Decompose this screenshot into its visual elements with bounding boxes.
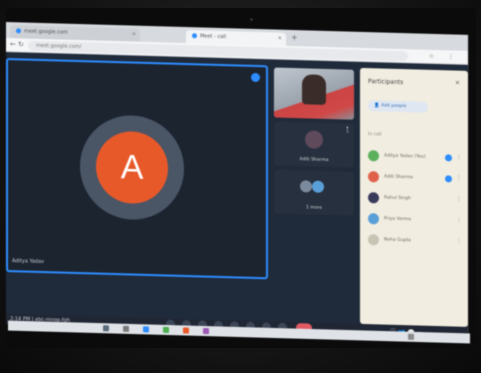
- person-silhouette: [302, 74, 326, 105]
- search-icon[interactable]: [123, 325, 129, 332]
- reload-button[interactable]: ↻: [18, 40, 24, 48]
- participant-name: Priya Verma: [384, 216, 411, 223]
- participant-name: Rahul Singh: [384, 195, 411, 202]
- avatar-group: [300, 180, 328, 193]
- participant-row[interactable]: Neha Gupta ⋮: [368, 232, 464, 251]
- avatar: [368, 150, 379, 162]
- participant-name: 1 more: [306, 205, 322, 211]
- new-tab-button[interactable]: +: [291, 33, 298, 42]
- panel-title: Participants: [368, 78, 404, 87]
- video-tile[interactable]: [274, 67, 354, 120]
- tab-label: meet.google.com: [24, 28, 68, 36]
- participant-name: Aditya Yadav (You): [384, 153, 426, 160]
- tab-close-icon[interactable]: ✕: [278, 36, 282, 42]
- participant-row[interactable]: Priya Verma ⋮: [368, 211, 464, 230]
- more-options-icon[interactable]: ⋮: [456, 238, 462, 245]
- add-people-button[interactable]: 👤 Add people: [368, 100, 428, 113]
- participant-name: Aditi Sharma: [299, 157, 329, 164]
- participant-tile[interactable]: 1 more: [274, 169, 354, 216]
- close-icon[interactable]: ✕: [455, 80, 460, 87]
- back-button[interactable]: ←: [10, 40, 16, 48]
- pin-icon[interactable]: [251, 72, 260, 83]
- tab-close-icon[interactable]: ✕: [132, 32, 136, 38]
- section-label: In call: [368, 132, 382, 138]
- app-icon[interactable]: [183, 327, 189, 334]
- start-icon[interactable]: [103, 325, 109, 332]
- more-options-icon[interactable]: ⋮: [456, 196, 462, 203]
- app-icon[interactable]: [163, 326, 169, 334]
- tab-label: Meet - call: [200, 33, 227, 41]
- participant-name: Aditya Yadav: [12, 258, 45, 266]
- participant-row[interactable]: Aditi Sharma ⋮: [368, 169, 464, 188]
- avatar: A: [96, 130, 168, 205]
- main-participant-tile[interactable]: A Aditya Yadav: [6, 58, 268, 280]
- webcam-dot: [250, 18, 253, 21]
- meet-call-area: A Aditya Yadav Aditi Sharma 1 more Parti…: [6, 52, 468, 327]
- avatar: [368, 213, 379, 225]
- participant-row[interactable]: Rahul Singh ⋮: [368, 190, 464, 209]
- avatar: [368, 171, 379, 183]
- tab-favicon-icon: [192, 33, 197, 39]
- participant-tile[interactable]: Aditi Sharma: [274, 121, 354, 168]
- more-options-icon[interactable]: [347, 126, 350, 133]
- participant-name: Neha Gupta: [384, 237, 411, 244]
- avatar: [368, 192, 379, 204]
- more-options-icon[interactable]: ⋮: [456, 175, 462, 182]
- mic-icon: [445, 175, 452, 183]
- participant-name: Aditi Sharma: [384, 174, 413, 181]
- screen: meet.google.com ✕ Meet - call ✕ + ← ↻ me…: [6, 22, 468, 337]
- browser-icon[interactable]: [143, 326, 149, 333]
- participant-row[interactable]: Aditya Yadav (You) ⋮: [368, 148, 464, 167]
- system-tray-icon[interactable]: [408, 333, 414, 340]
- add-people-label: Add people: [381, 103, 407, 110]
- toolbar-icons[interactable]: ☆ ⋮: [429, 53, 460, 61]
- avatar: [305, 130, 323, 149]
- app-icon[interactable]: [203, 327, 209, 335]
- tab-favicon-icon: [16, 28, 21, 34]
- avatar: [368, 234, 379, 246]
- participants-panel: Participants ✕ 👤 Add people In call Adit…: [360, 67, 468, 327]
- more-options-icon[interactable]: ⋮: [456, 154, 462, 161]
- mic-icon: [445, 154, 452, 162]
- more-options-icon[interactable]: ⋮: [456, 217, 462, 224]
